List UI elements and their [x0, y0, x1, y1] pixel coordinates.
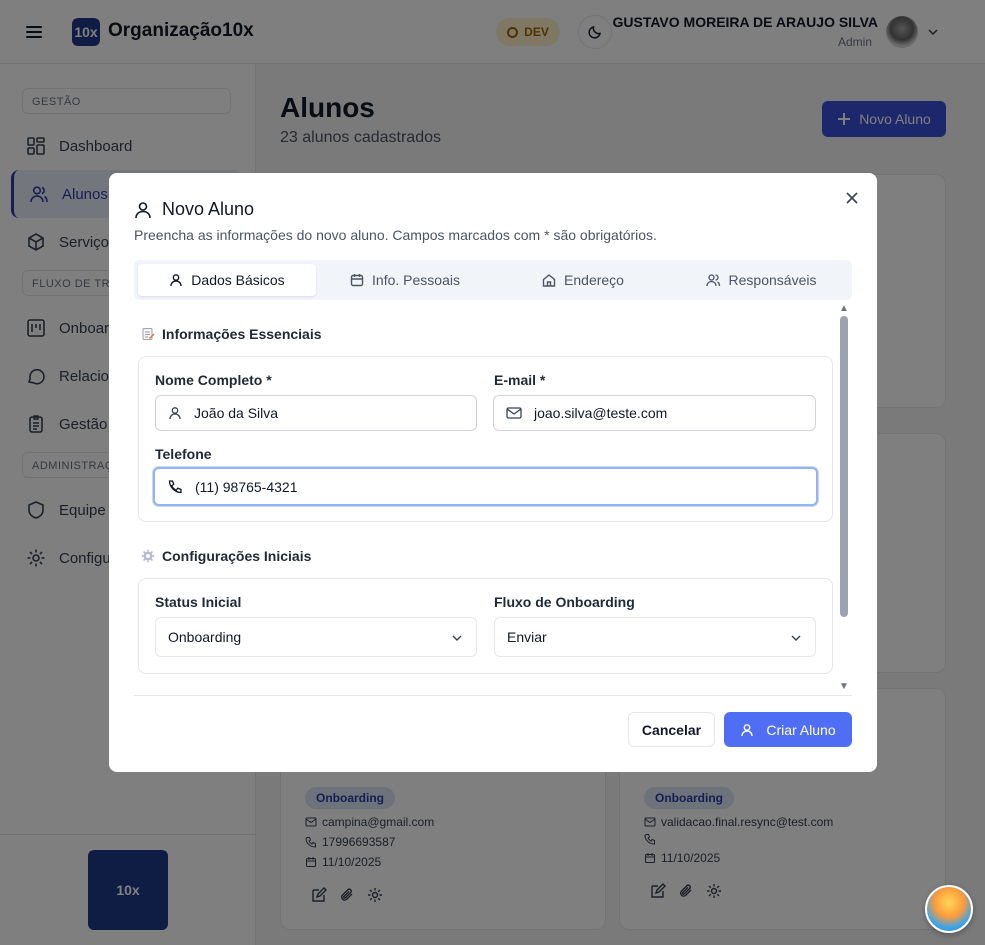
- mail-icon: [506, 407, 522, 419]
- new-student-dialog: Novo Aluno Preencha as informações do no…: [109, 173, 877, 772]
- dialog-footer-divider: [134, 695, 852, 696]
- flow-label: Fluxo de Onboarding: [494, 594, 635, 610]
- tab-dados-basicos[interactable]: Dados Básicos: [138, 264, 316, 296]
- status-select[interactable]: Onboarding: [155, 617, 477, 657]
- email-field[interactable]: joao.silva@teste.com: [493, 395, 816, 431]
- tab-list: Dados Básicos Info. Pessoais Endereço Re…: [134, 260, 852, 300]
- email-label: E-mail *: [494, 372, 546, 388]
- tab-label: Endereço: [564, 272, 624, 288]
- user-icon: [741, 723, 754, 736]
- dialog-description: Preencha as informações do novo aluno. C…: [134, 227, 657, 243]
- name-label: Nome Completo *: [155, 372, 272, 388]
- tab-label: Info. Pessoais: [372, 272, 460, 288]
- dialog-title-text: Novo Aluno: [162, 199, 255, 219]
- dialog-title: Novo Aluno: [134, 199, 254, 220]
- status-label: Status Inicial: [155, 594, 242, 610]
- phone-label: Telefone: [155, 446, 212, 462]
- user-icon: [170, 274, 182, 287]
- flow-select-value: Enviar: [507, 629, 547, 645]
- tab-endereco[interactable]: Endereço: [494, 264, 672, 296]
- chevron-down-icon: [791, 635, 801, 641]
- assistant-fab-button[interactable]: [925, 885, 973, 933]
- home-icon: [542, 274, 556, 287]
- create-student-label: Criar Aluno: [766, 721, 836, 738]
- close-icon[interactable]: [845, 191, 859, 205]
- name-value: João da Silva: [194, 405, 279, 421]
- status-select-value: Onboarding: [168, 629, 242, 645]
- email-value: joao.silva@teste.com: [534, 405, 668, 421]
- scroll-up-arrow[interactable]: ▲: [839, 304, 849, 314]
- phone-value: (11) 98765-4321: [195, 478, 298, 495]
- chevron-down-icon: [452, 635, 462, 641]
- user-icon: [135, 201, 151, 218]
- tab-responsaveis[interactable]: Responsáveis: [672, 264, 850, 296]
- tab-label: Responsáveis: [728, 272, 817, 288]
- phone-field[interactable]: (11) 98765-4321: [153, 467, 818, 506]
- section-heading-essentials: Informações Essenciais: [141, 326, 322, 342]
- create-student-button[interactable]: Criar Aluno: [724, 712, 852, 747]
- flow-select[interactable]: Enviar: [494, 617, 816, 657]
- phone-icon: [168, 479, 182, 493]
- scrollbar-thumb[interactable]: [840, 316, 848, 617]
- users-icon: [705, 274, 720, 287]
- gear-icon: [141, 549, 155, 563]
- calendar-icon: [350, 274, 364, 287]
- memo-icon: [142, 328, 155, 340]
- section-heading-text: Configurações Iniciais: [162, 548, 312, 564]
- tab-label: Dados Básicos: [191, 272, 285, 288]
- section-heading-config: Configurações Iniciais: [141, 548, 311, 564]
- scroll-down-arrow[interactable]: ▼: [839, 682, 849, 692]
- cancel-button[interactable]: Cancelar: [628, 712, 715, 747]
- section-heading-text: Informações Essenciais: [162, 326, 322, 342]
- name-field[interactable]: João da Silva: [155, 395, 477, 431]
- user-icon: [169, 407, 181, 420]
- tab-info-pessoais[interactable]: Info. Pessoais: [316, 264, 494, 296]
